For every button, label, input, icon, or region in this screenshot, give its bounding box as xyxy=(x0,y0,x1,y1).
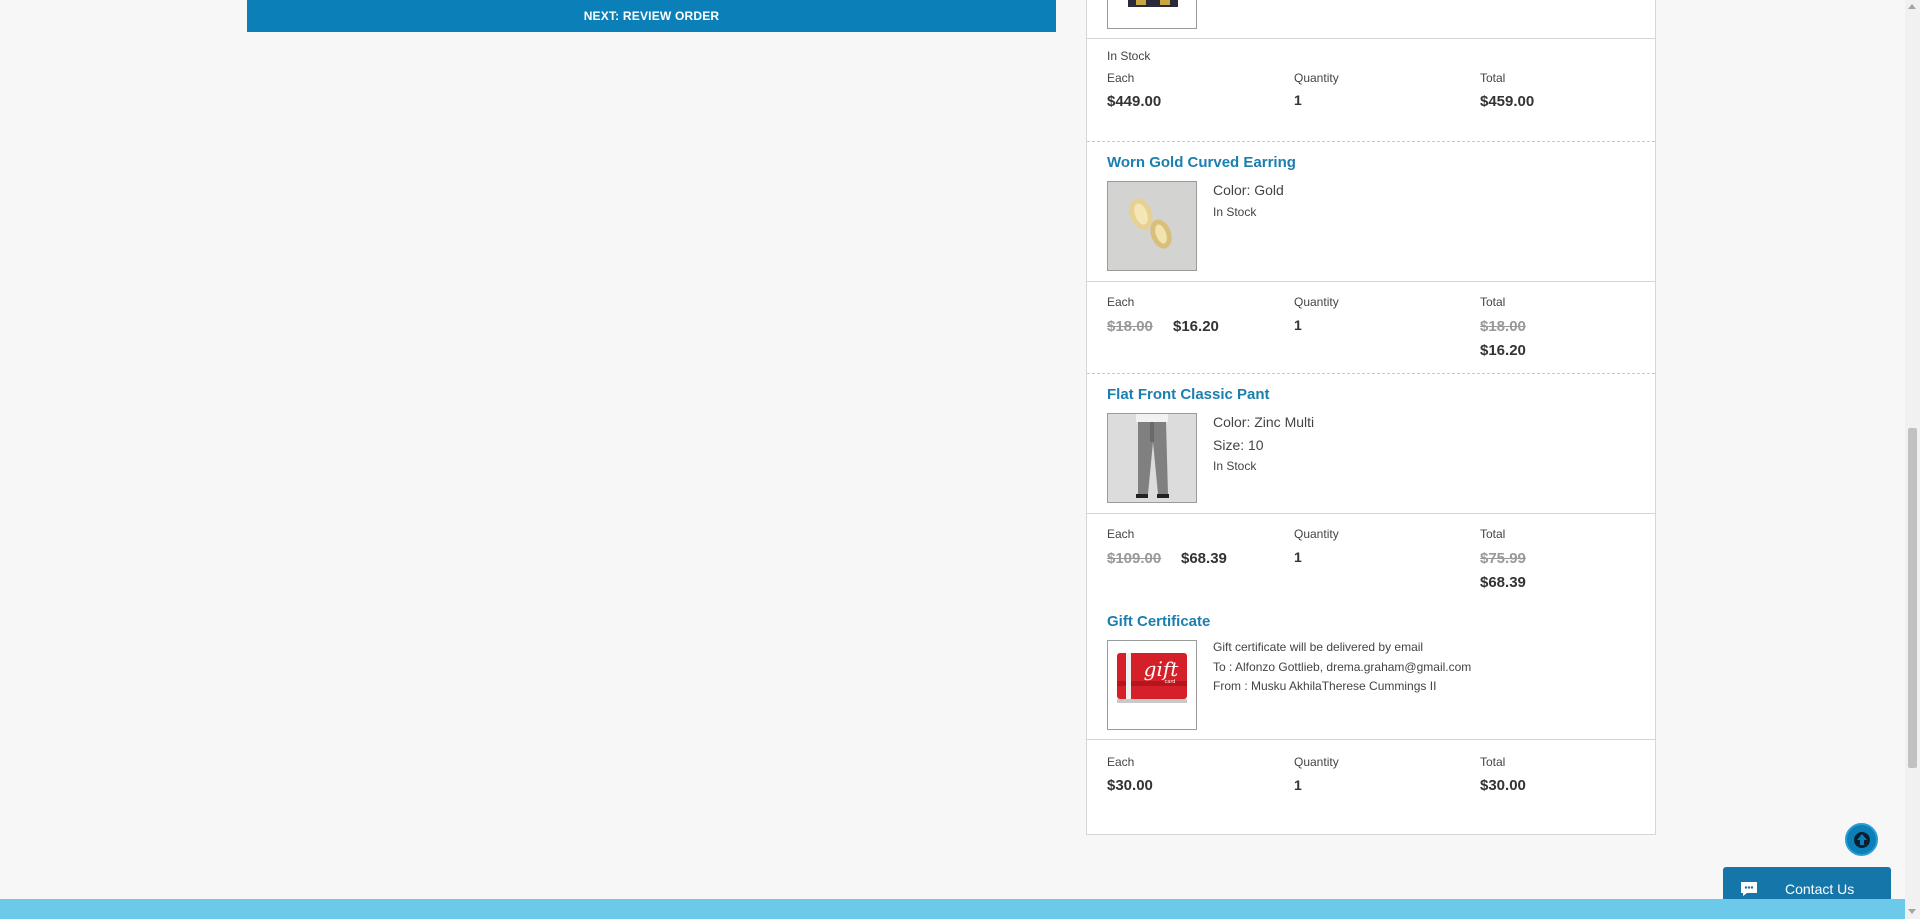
gift-recipient: To : Alfonzo Gottlieb, drema.graham@gmai… xyxy=(1213,660,1472,674)
total-sale-price: $68.39 xyxy=(1480,574,1526,591)
product-name-link[interactable]: Gift Certificate xyxy=(1107,613,1210,630)
contact-us-label: Contact Us xyxy=(1785,881,1855,897)
footer-bar xyxy=(0,899,1905,919)
total-price: $459.00 xyxy=(1480,93,1535,110)
product-thumbnail[interactable] xyxy=(1107,181,1197,271)
page-scrollbar[interactable] xyxy=(1905,0,1920,919)
each-label: Each xyxy=(1107,295,1135,309)
stock-status: In Stock xyxy=(1107,49,1151,63)
stock-status: In Stock xyxy=(1213,205,1257,219)
each-label: Each xyxy=(1107,527,1135,541)
total-original-price: $75.99 xyxy=(1480,550,1526,567)
scroll-up-arrow-icon[interactable] xyxy=(1908,4,1916,9)
quantity-label: Quantity xyxy=(1294,295,1339,309)
quantity-label: Quantity xyxy=(1294,527,1339,541)
product-attribute: Color: Zinc Multi xyxy=(1213,414,1315,430)
product-image xyxy=(1108,0,1196,28)
product-name-link[interactable]: Flat Front Classic Pant xyxy=(1107,386,1270,403)
scroll-to-top-button[interactable] xyxy=(1845,823,1878,856)
svg-text:gift: gift xyxy=(1144,657,1180,681)
next-review-order-button[interactable]: NEXT: REVIEW ORDER xyxy=(247,0,1056,32)
product-name-link[interactable]: Worn Gold Curved Earring xyxy=(1107,154,1296,171)
each-sale-price: $68.39 xyxy=(1181,550,1227,567)
item-separator xyxy=(1087,141,1655,142)
product-thumbnail[interactable]: gift card xyxy=(1107,640,1197,730)
quantity-label: Quantity xyxy=(1294,755,1339,769)
each-label: Each xyxy=(1107,755,1135,769)
earring-image xyxy=(1108,182,1196,270)
arrow-up-icon xyxy=(1853,831,1870,848)
divider xyxy=(1087,739,1655,740)
quantity-value: 1 xyxy=(1294,777,1302,793)
each-label: Each xyxy=(1107,71,1135,85)
total-price: $30.00 xyxy=(1480,777,1526,794)
total-label: Total xyxy=(1480,295,1506,309)
quantity-value: 1 xyxy=(1294,317,1302,333)
each-original-price: $18.00 xyxy=(1107,318,1153,335)
stock-status: In Stock xyxy=(1213,459,1257,473)
total-label: Total xyxy=(1480,71,1506,85)
product-thumbnail[interactable] xyxy=(1107,0,1197,29)
product-attribute: Color: Gold xyxy=(1213,182,1284,198)
order-summary-panel: In Stock Each Quantity Total $449.00 1 $… xyxy=(1086,0,1656,835)
gift-sender: From : Musku AkhilaTherese Cummings II xyxy=(1213,679,1437,693)
quantity-value: 1 xyxy=(1294,92,1302,108)
divider xyxy=(1087,513,1655,514)
each-sale-price: $16.20 xyxy=(1173,318,1219,335)
total-label: Total xyxy=(1480,755,1506,769)
quantity-value: 1 xyxy=(1294,549,1302,565)
item-separator xyxy=(1087,373,1655,374)
scroll-down-arrow-icon[interactable] xyxy=(1908,909,1916,914)
divider xyxy=(1087,38,1655,39)
total-original-price: $18.00 xyxy=(1480,318,1526,335)
each-original-price: $109.00 xyxy=(1107,550,1162,567)
product-attribute: Size: 10 xyxy=(1213,437,1264,453)
gift-delivery-note: Gift certificate will be delivered by em… xyxy=(1213,640,1424,654)
divider xyxy=(1087,281,1655,282)
each-price: $30.00 xyxy=(1107,777,1153,794)
each-price: $449.00 xyxy=(1107,93,1162,110)
total-sale-price: $16.20 xyxy=(1480,342,1526,359)
gift-card-image: gift card xyxy=(1108,641,1196,729)
scrollbar-thumb[interactable] xyxy=(1908,428,1917,768)
quantity-label: Quantity xyxy=(1294,71,1339,85)
total-label: Total xyxy=(1480,527,1506,541)
pant-image xyxy=(1108,414,1196,502)
product-thumbnail[interactable] xyxy=(1107,413,1197,503)
svg-text:card: card xyxy=(1165,679,1176,685)
